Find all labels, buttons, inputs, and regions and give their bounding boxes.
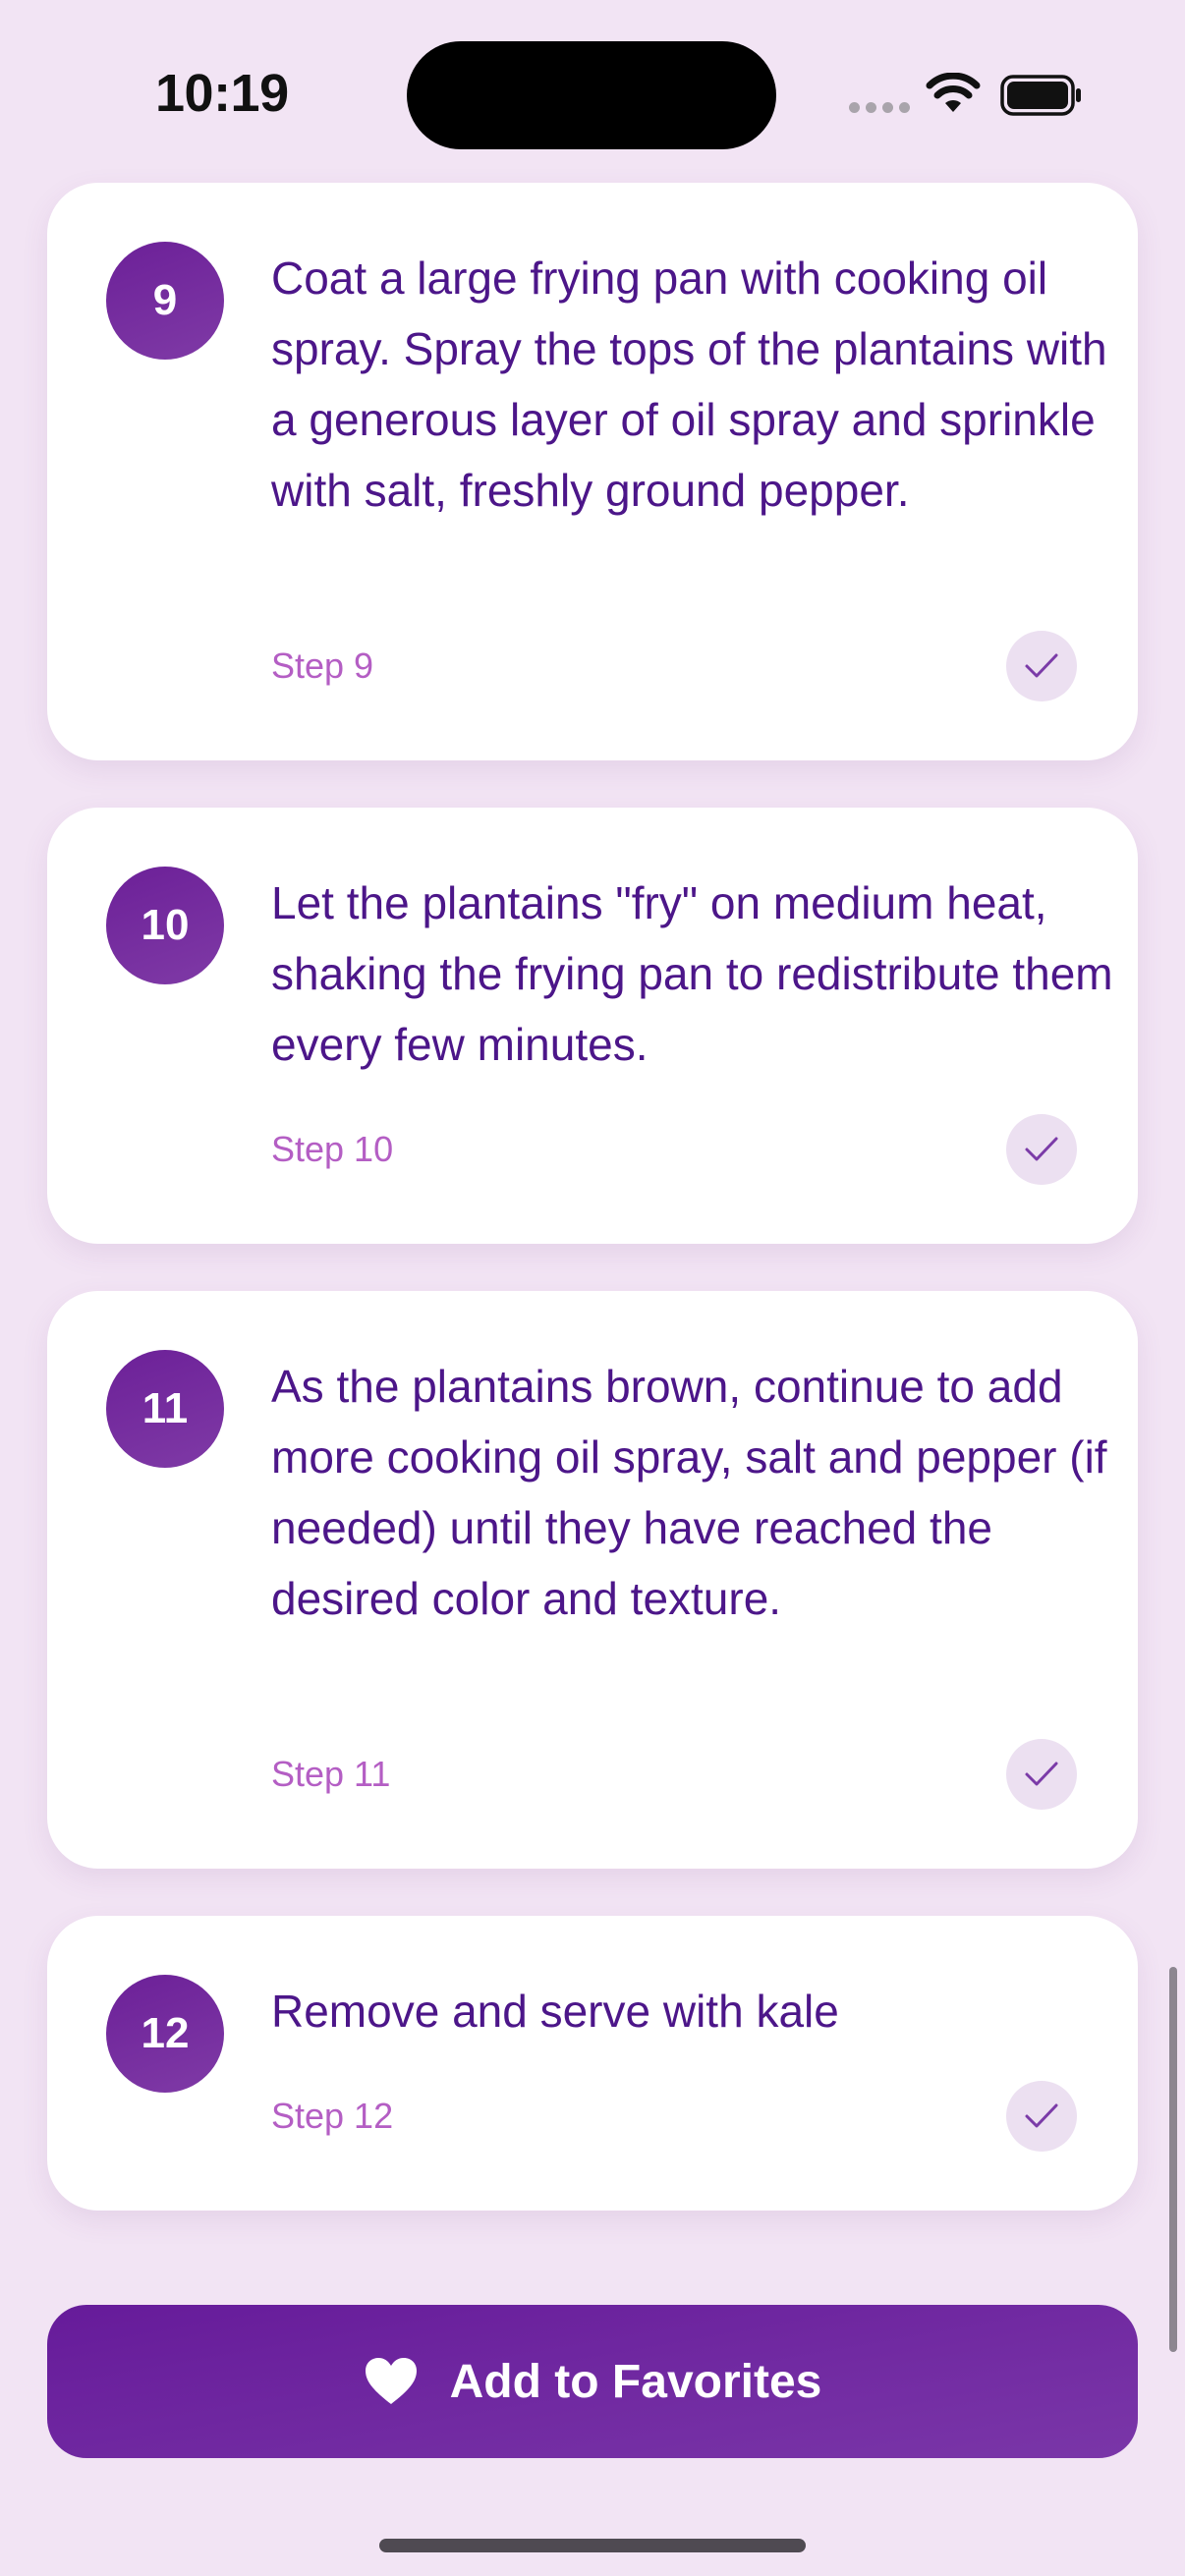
wifi-icon [926,73,981,112]
step-complete-button[interactable] [1006,631,1077,701]
step-number-badge: 10 [106,867,224,984]
step-card: 9 Coat a large frying pan with cooking o… [47,183,1138,760]
step-instruction: As the plantains brown, continue to add … [271,1361,1107,1624]
step-complete-button[interactable] [1006,2081,1077,2152]
step-label: Step 10 [271,1129,394,1169]
step-number-badge: 9 [106,242,224,360]
scroll-indicator[interactable] [1169,1967,1177,2352]
dynamic-island [407,41,776,149]
heart-icon [365,2358,417,2404]
add-to-favorites-button[interactable]: Add to Favorites [47,2305,1138,2458]
checkmark-icon [1025,1762,1058,1786]
step-instruction: Let the plantains "fry" on medium heat, … [271,877,1113,1070]
step-number-badge: 11 [106,1350,224,1468]
step-card: 12 Remove and serve with kale Step 12 [47,1916,1138,2211]
step-instruction: Remove and serve with kale [271,1986,839,2037]
screen: 10:19 9 Coat a large frying pan with coo… [0,0,1185,2576]
step-complete-button[interactable] [1006,1114,1077,1185]
step-card: 10 Let the plantains "fry" on medium hea… [47,808,1138,1244]
step-label: Step 9 [271,645,374,686]
add-to-favorites-label: Add to Favorites [449,2355,822,2408]
battery-icon [1000,75,1081,116]
step-instruction: Coat a large frying pan with cooking oil… [271,252,1107,516]
step-card: 11 As the plantains brown, continue to a… [47,1291,1138,1869]
checkmark-icon [1025,2103,1058,2128]
step-number-badge: 12 [106,1975,224,2093]
home-indicator[interactable] [379,2539,806,2552]
cellular-signal-icon [849,102,910,113]
checkmark-icon [1025,653,1058,678]
step-label: Step 11 [271,1754,391,1794]
status-time: 10:19 [155,64,289,123]
step-complete-button[interactable] [1006,1739,1077,1810]
step-label: Step 12 [271,2096,394,2136]
checkmark-icon [1025,1137,1058,1161]
